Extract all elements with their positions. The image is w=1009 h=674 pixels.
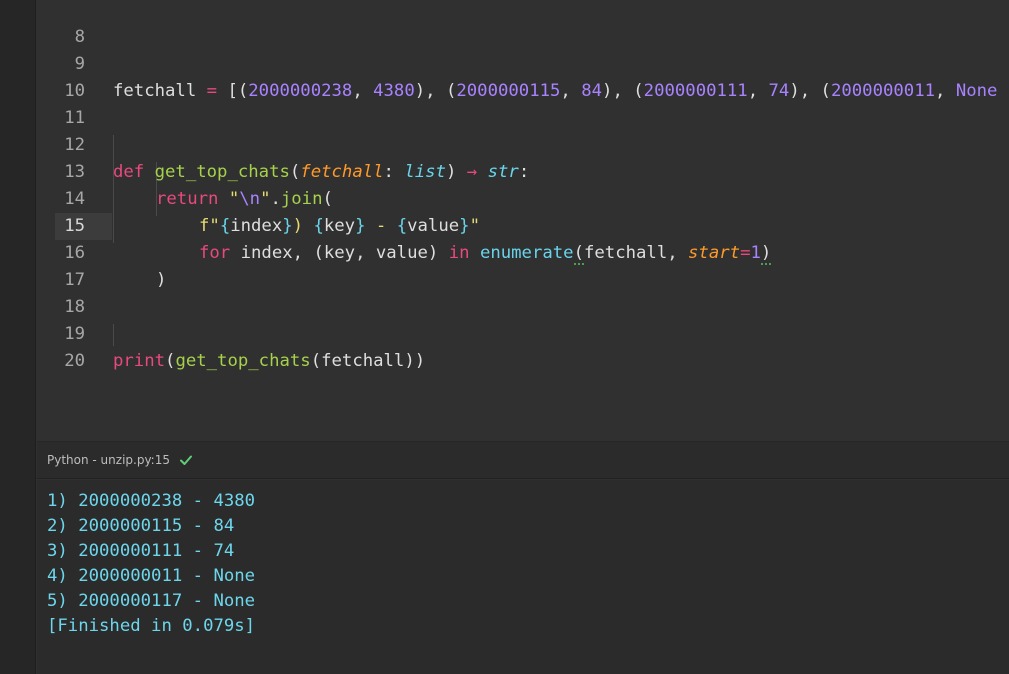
function-call-token: get_top_chats [175, 351, 311, 371]
code-line[interactable]: 14 f"{index}) {key} - {value}" [37, 159, 1009, 236]
code-line[interactable]: 10 [37, 51, 1009, 101]
editor-window: 8 9 fetchall = [(2000000238, 4380), (200… [0, 0, 1009, 674]
code-line[interactable]: 13 return "\n".join( [37, 132, 1009, 209]
code-line[interactable]: 11 [37, 78, 1009, 128]
build-panel-header: Python - unzip.py:15 [37, 442, 1009, 479]
builtin-token: print [113, 351, 166, 371]
output-line: 2) 2000000115 - 84 [47, 516, 235, 536]
output-line: 1) 2000000238 - 4380 [47, 491, 256, 511]
code-line[interactable]: 8 [37, 0, 1009, 47]
code-line[interactable]: 18 [37, 267, 1009, 317]
output-line: 5) 2000000117 - None [47, 591, 256, 611]
code-line[interactable]: 19 print(get_top_chats(fetchall)) [37, 294, 1009, 371]
check-icon [180, 455, 192, 465]
code-line[interactable]: 17 [37, 240, 1009, 290]
code-line-current[interactable]: 15 for index, (key, value) in enumerate(… [37, 186, 1009, 265]
code-line[interactable]: 12 def get_top_chats(fetchall: list) → s… [37, 105, 1009, 182]
code-line[interactable]: 9 fetchall = [(2000000238, 4380), (20000… [37, 24, 1009, 101]
line-number: 20 [64, 351, 85, 371]
build-output[interactable]: 1) 2000000238 - 4380 2) 2000000115 - 84 … [37, 480, 1009, 674]
code-line[interactable]: 20 [37, 321, 1009, 371]
punctuation-token: ( [165, 351, 176, 371]
output-line: 3) 2000000111 - 74 [47, 541, 235, 561]
code-line[interactable]: 16 ) [37, 213, 1009, 290]
line-code: print(get_top_chats(fetchall)) [113, 348, 425, 375]
sidebar-strip [0, 0, 36, 674]
output-status-line: [Finished in 0.079s] [47, 616, 256, 636]
code-editor[interactable]: 8 9 fetchall = [(2000000238, 4380), (200… [37, 0, 1009, 441]
build-panel-title: Python - unzip.py:15 [47, 453, 170, 467]
punctuation-token: (fetchall)) [310, 351, 426, 371]
output-line: 4) 2000000011 - None [47, 566, 256, 586]
